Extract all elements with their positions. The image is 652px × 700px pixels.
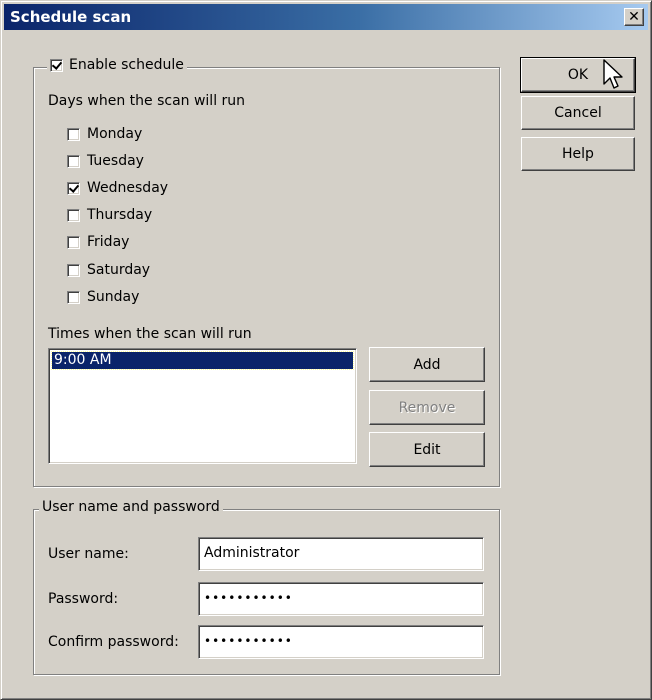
remove-time-button[interactable]: Remove <box>369 390 485 425</box>
days-heading: Days when the scan will run <box>48 93 246 109</box>
day-tuesday[interactable]: Tuesday <box>67 150 144 172</box>
tuesday-checkbox[interactable] <box>67 154 80 168</box>
wednesday-checkbox[interactable] <box>67 181 80 195</box>
wednesday-label: Wednesday <box>87 180 169 196</box>
password-label: Password: <box>48 591 119 607</box>
enable-schedule-checkbox[interactable] <box>50 58 63 72</box>
monday-checkbox[interactable] <box>67 127 80 141</box>
friday-checkbox[interactable] <box>67 235 80 249</box>
monday-label: Monday <box>87 126 143 142</box>
enable-schedule-label: Enable schedule <box>69 57 184 73</box>
thursday-label: Thursday <box>87 207 153 223</box>
day-sunday[interactable]: Sunday <box>67 286 139 308</box>
cancel-button[interactable]: Cancel <box>521 96 635 130</box>
mouse-pointer-icon <box>603 59 623 89</box>
day-friday[interactable]: Friday <box>67 231 129 253</box>
confirm-password-field[interactable]: ••••••••••• <box>198 625 484 659</box>
saturday-label: Saturday <box>87 262 151 278</box>
password-field[interactable]: ••••••••••• <box>198 582 484 616</box>
edit-time-button[interactable]: Edit <box>369 432 485 467</box>
help-button[interactable]: Help <box>521 137 635 171</box>
credentials-group-label: User name and password <box>39 499 223 515</box>
sunday-label: Sunday <box>87 289 140 305</box>
day-wednesday[interactable]: Wednesday <box>67 177 168 199</box>
schedule-scan-dialog: Schedule scan ✕ Enable schedule Days whe… <box>0 0 652 700</box>
times-list[interactable]: 9:00 AM <box>48 348 357 464</box>
close-button[interactable]: ✕ <box>624 8 644 26</box>
confirm-password-label: Confirm password: <box>48 634 179 650</box>
friday-label: Friday <box>87 234 130 250</box>
title-bar[interactable]: Schedule scan ✕ <box>4 4 648 30</box>
day-saturday[interactable]: Saturday <box>67 259 150 281</box>
sunday-checkbox[interactable] <box>67 290 80 304</box>
user-name-field[interactable]: Administrator <box>198 537 484 571</box>
window-title: Schedule scan <box>10 8 132 26</box>
thursday-checkbox[interactable] <box>67 208 80 222</box>
saturday-checkbox[interactable] <box>67 263 80 277</box>
time-item[interactable]: 9:00 AM <box>51 351 354 370</box>
close-icon: ✕ <box>628 9 640 25</box>
tuesday-label: Tuesday <box>87 153 144 169</box>
day-monday[interactable]: Monday <box>67 123 142 145</box>
times-heading: Times when the scan will run <box>48 326 252 342</box>
enable-schedule-row[interactable]: Enable schedule <box>47 57 187 73</box>
add-time-button[interactable]: Add <box>369 347 485 382</box>
user-name-label: User name: <box>48 546 129 562</box>
day-thursday[interactable]: Thursday <box>67 204 152 226</box>
